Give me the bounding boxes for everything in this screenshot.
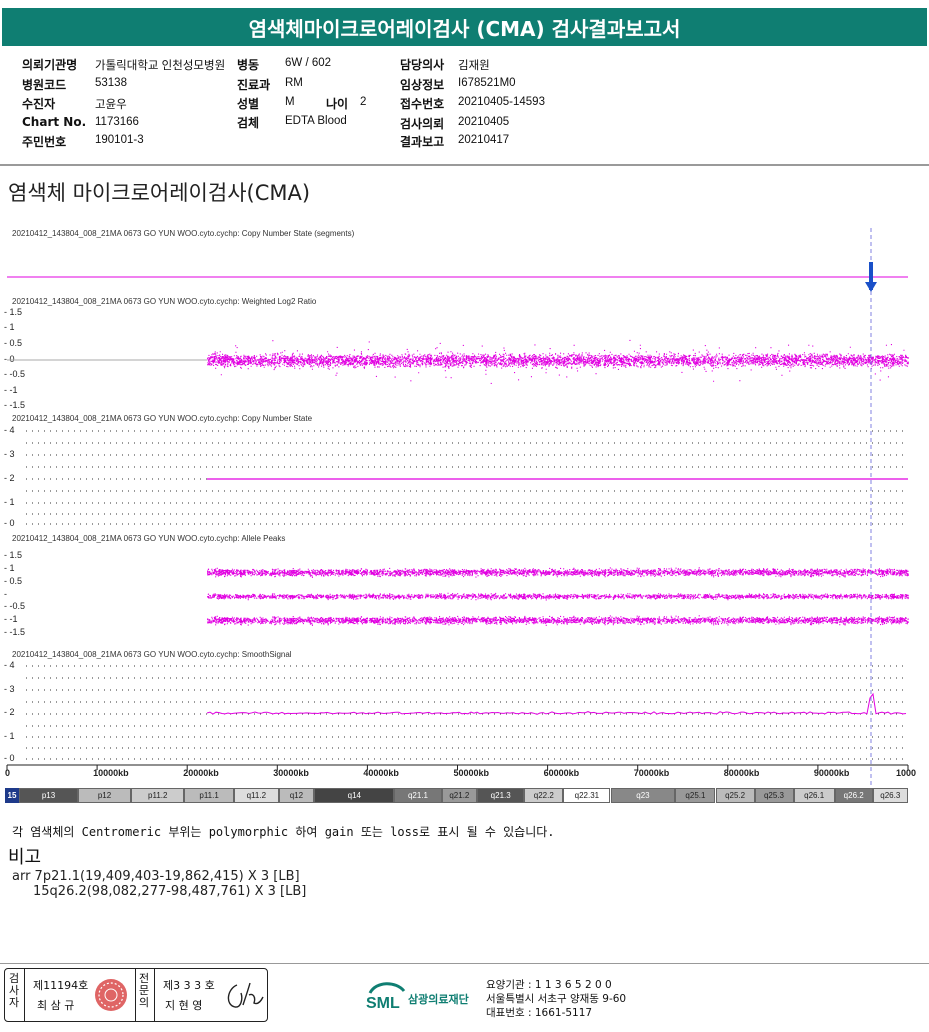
ideogram-band: q26.1	[793, 788, 835, 803]
ideogram-band: p11.2	[131, 788, 185, 803]
smooth-signal-line	[206, 692, 907, 715]
ideogram-band: q12	[278, 788, 315, 803]
log2-ratio-points	[207, 351, 909, 370]
chromosome-number: 15	[5, 788, 19, 803]
specialist-id: 제3 3 3 호	[163, 979, 215, 992]
x-axis-label: 80000kb	[723, 768, 760, 778]
x-axis-label: 1000	[896, 768, 917, 778]
sml-logo-text: SML	[366, 995, 400, 1012]
ideogram-band: p12	[78, 788, 132, 803]
remarks-title: 비고	[8, 847, 42, 868]
centromere-note: 각 염색체의 Centromeric 부위는 polymorphic 하여 ga…	[12, 825, 555, 839]
ideogram-band: q23	[610, 788, 676, 803]
ideogram-band: q21.1	[394, 788, 442, 803]
examiner-name: 최 삼 규	[37, 999, 75, 1012]
x-axis-label: 60000kb	[543, 768, 580, 778]
institution-code: 요양기관 : 1 1 3 6 5 2 0 0	[486, 979, 612, 991]
x-axis-label: 70000kb	[633, 768, 670, 778]
examiner-seal-icon	[95, 979, 127, 1011]
role-specialist: 전문의	[138, 972, 150, 1009]
sml-logo-icon: SML	[366, 982, 406, 1012]
remark-line-1: arr 7p21.1(19,409,403-19,862,415) X 3 [L…	[12, 869, 300, 884]
ideogram-band: p11.1	[184, 788, 234, 803]
stamp-divider-3	[154, 969, 155, 1021]
examiner-id: 제11194호	[33, 979, 89, 992]
ideogram-band: q25.2	[715, 788, 755, 803]
ideogram-band: q25.3	[754, 788, 794, 803]
ideogram-band: q25.1	[675, 788, 716, 803]
x-axis-label: 40000kb	[363, 768, 399, 778]
org-address: 서울특별시 서초구 양재동 9-60	[486, 993, 627, 1005]
gain-marker-arrow-icon	[865, 282, 877, 292]
remark-line-2: 15q26.2(98,082,277-98,487,761) X 3 [LB]	[33, 884, 307, 899]
role-examiner: 검사자	[8, 972, 20, 1009]
x-axis-label: 10000kb	[93, 768, 129, 778]
stamp-divider	[24, 969, 25, 1021]
ideogram-band: q26.2	[834, 788, 873, 803]
org-phone: 대표번호 : 1661-5117	[486, 1007, 593, 1019]
ideogram-band: q22.2	[524, 788, 564, 803]
signature-box: 검사자 제11194호 최 삼 규 전문의 제3 3 3 호 지 현 영	[4, 968, 268, 1022]
x-axis-label: 90000kb	[813, 768, 850, 778]
cma-plot	[6, 228, 909, 790]
specialist-name: 지 현 영	[165, 999, 203, 1012]
x-axis-label: 20000kb	[183, 768, 219, 778]
specialist-signature-icon	[227, 982, 264, 1008]
stamp-divider-2	[135, 969, 136, 1021]
ideogram-band: q21.3	[477, 788, 525, 803]
x-axis-label: 50000kb	[453, 768, 490, 778]
ideogram-band: q11.2	[233, 788, 279, 803]
org-name: 삼광의료재단	[408, 993, 469, 1006]
allele-peak-middle	[207, 592, 909, 601]
ideogram-band: q14	[314, 788, 395, 803]
ideogram-band: q26.3	[872, 788, 908, 803]
ideogram-band: p13	[19, 788, 78, 803]
allele-peak-lower	[207, 615, 909, 626]
ideogram-band: q21.2	[441, 788, 478, 803]
allele-peak-upper	[207, 567, 909, 578]
footer-divider	[0, 963, 929, 964]
x-axis-label: 30000kb	[273, 768, 309, 778]
x-axis-label: 0	[5, 768, 11, 778]
ideogram-band: q22.31	[563, 788, 611, 803]
chromosome-ideogram: 15 p13 p12 p11.2 p11.1 q11.2 q12 q14 q21.1 q21.2 q…	[5, 788, 908, 803]
